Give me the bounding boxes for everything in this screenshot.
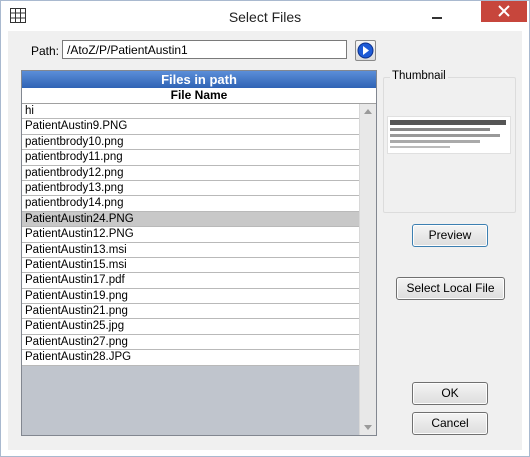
dialog-body: Path: /AtoZ/P/PatientAustin1 Files in pa… bbox=[8, 31, 522, 450]
file-list-header: Files in path bbox=[22, 71, 376, 88]
file-list-item[interactable]: PatientAustin13.msi bbox=[22, 242, 360, 258]
path-label: Path: bbox=[31, 44, 60, 58]
file-list-item[interactable]: patientbrody14.png bbox=[22, 196, 360, 212]
close-icon bbox=[498, 5, 510, 17]
scroll-down-icon[interactable] bbox=[364, 425, 372, 430]
window-title: Select Files bbox=[228, 9, 302, 25]
close-button[interactable] bbox=[481, 1, 527, 22]
go-button[interactable] bbox=[355, 40, 376, 61]
path-input[interactable]: /AtoZ/P/PatientAustin1 bbox=[62, 40, 347, 59]
select-local-file-button[interactable]: Select Local File bbox=[396, 277, 505, 300]
file-list-item[interactable]: PatientAustin17.pdf bbox=[22, 273, 360, 289]
file-list-item[interactable]: hi bbox=[22, 104, 360, 120]
file-rows: hi PatientAustin9.PNG patientbrody10.png pa… bbox=[22, 104, 360, 366]
file-list-item[interactable]: PatientAustin24.PNG bbox=[22, 211, 360, 228]
file-list-item[interactable]: PatientAustin28.JPG bbox=[22, 350, 360, 366]
file-list-item[interactable]: PatientAustin9.PNG bbox=[22, 119, 360, 135]
scroll-up-icon[interactable] bbox=[364, 109, 372, 114]
go-arrow-icon bbox=[357, 42, 374, 59]
file-list-item[interactable]: patientbrody11.png bbox=[22, 150, 360, 166]
minimize-icon bbox=[432, 17, 442, 19]
file-name-column-header[interactable]: File Name bbox=[22, 88, 376, 104]
thumbnail-label: Thumbnail bbox=[390, 70, 448, 82]
minimize-button[interactable] bbox=[428, 6, 446, 24]
file-list[interactable]: Files in path File Name hi PatientAustin9… bbox=[21, 70, 377, 436]
file-list-item[interactable]: PatientAustin27.png bbox=[22, 334, 360, 351]
thumbnail-preview-graphic bbox=[390, 120, 506, 148]
file-list-item[interactable]: patientbrody13.png bbox=[22, 180, 360, 197]
thumbnail-image bbox=[387, 116, 511, 154]
file-list-item[interactable]: PatientAustin15.msi bbox=[22, 257, 360, 274]
file-list-item[interactable]: PatientAustin25.jpg bbox=[22, 319, 360, 335]
preview-button[interactable]: Preview bbox=[412, 224, 488, 247]
file-list-item[interactable]: patientbrody10.png bbox=[22, 134, 360, 151]
file-list-item[interactable]: PatientAustin19.png bbox=[22, 288, 360, 305]
ok-button[interactable]: OK bbox=[412, 382, 488, 405]
file-list-item[interactable]: PatientAustin12.PNG bbox=[22, 227, 360, 243]
select-files-dialog: Select Files Path: /AtoZ/P/PatientAustin… bbox=[0, 0, 530, 457]
vertical-scrollbar[interactable] bbox=[359, 104, 376, 435]
title-bar: Select Files bbox=[1, 1, 529, 31]
cancel-button[interactable]: Cancel bbox=[412, 412, 488, 435]
file-list-item[interactable]: PatientAustin21.png bbox=[22, 304, 360, 320]
file-list-item[interactable]: patientbrody12.png bbox=[22, 165, 360, 181]
